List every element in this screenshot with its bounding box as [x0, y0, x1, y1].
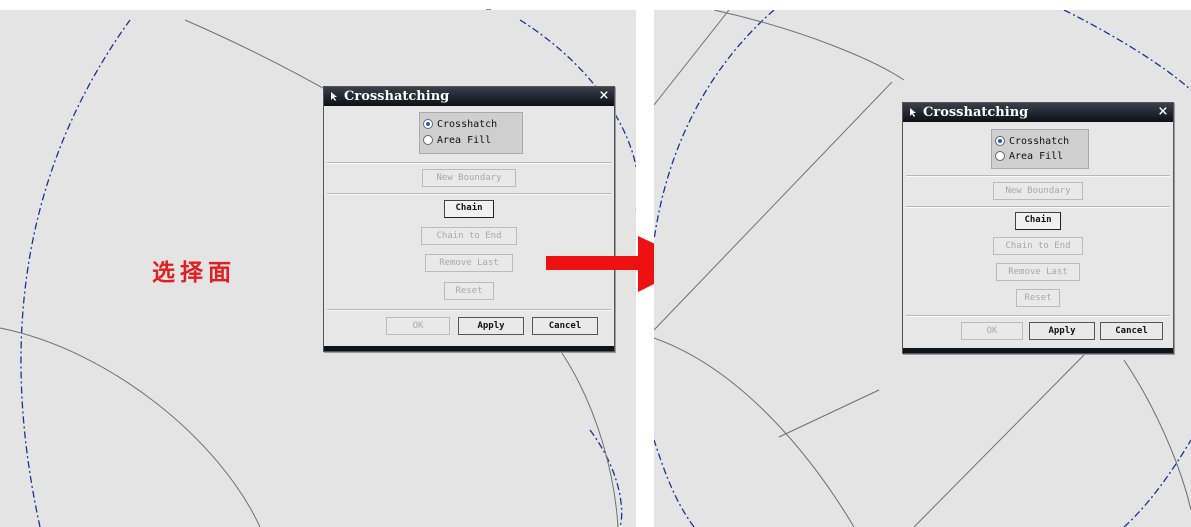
hatch-line-2 [654, 81, 893, 331]
close-icon[interactable]: × [597, 88, 611, 104]
dialog-titlebar[interactable]: Crosshatching × [903, 103, 1173, 122]
cancel-button[interactable]: Cancel [532, 317, 598, 335]
dashed-circle-arc-bottomright [1123, 439, 1191, 527]
left-viewport: 选择面 Crosshatching × Crosshatch Area Fill… [0, 10, 636, 527]
select-face-annotation: 选择面 [152, 260, 236, 286]
arc-line-bottom-left [654, 337, 855, 527]
close-icon[interactable]: × [1156, 104, 1170, 120]
fill-mode-radio-group: Crosshatch Area Fill [419, 112, 523, 154]
radio-label: Area Fill [437, 135, 492, 146]
fill-mode-radio-group: Crosshatch Area Fill [991, 129, 1089, 169]
separator [327, 309, 611, 311]
separator [327, 193, 611, 195]
chain-to-end-button[interactable]: Chain to End [993, 237, 1083, 255]
radio-button[interactable] [995, 151, 1005, 161]
radio-label: Crosshatch [1009, 136, 1070, 147]
apply-button[interactable]: Apply [458, 317, 524, 335]
arc-line-bottom-left [0, 327, 261, 527]
ok-button[interactable]: OK [386, 317, 450, 335]
cursor-arrow-icon [331, 92, 337, 101]
radio-label: Area Fill [1009, 151, 1064, 162]
dashed-circle-arc-left [654, 10, 775, 241]
chain-to-end-button[interactable]: Chain to End [421, 227, 517, 245]
dialog-bottom-bar [903, 348, 1173, 353]
arc-line-right [559, 349, 619, 527]
dashed-circle-arc-topright [1063, 10, 1191, 91]
dialog-title: Crosshatching [344, 89, 450, 104]
chain-button[interactable]: Chain [1015, 212, 1061, 230]
crosshatching-dialog: Crosshatching × Crosshatch Area Fill New… [323, 86, 615, 352]
dashed-circle-arc-bottomleft [654, 439, 695, 527]
right-viewport: Crosshatching × Crosshatch Area Fill New… [654, 10, 1191, 527]
radio-label: Crosshatch [437, 119, 498, 130]
new-boundary-button[interactable]: New Boundary [993, 182, 1083, 200]
radio-button[interactable] [995, 136, 1005, 146]
radio-button[interactable] [423, 135, 433, 145]
dashed-circle-arc-left [20, 19, 131, 527]
remove-last-button[interactable]: Remove Last [425, 254, 513, 272]
dialog-titlebar[interactable]: Crosshatching × [324, 87, 614, 106]
cursor-arrow-icon [910, 108, 916, 117]
separator [327, 162, 611, 164]
reset-button[interactable]: Reset [1016, 289, 1060, 307]
dialog-bottom-bar [324, 346, 614, 351]
separator [906, 206, 1170, 208]
reset-button[interactable]: Reset [444, 282, 494, 300]
arc-line-right [1123, 359, 1191, 511]
new-boundary-button[interactable]: New Boundary [422, 169, 516, 187]
chain-button[interactable]: Chain [444, 200, 494, 218]
remove-last-button[interactable]: Remove Last [996, 263, 1080, 281]
cancel-button[interactable]: Cancel [1100, 322, 1163, 340]
arc-line-top [713, 10, 905, 81]
hatch-line-1 [654, 10, 730, 106]
crosshatching-dialog-result: Crosshatching × Crosshatch Area Fill New… [902, 102, 1174, 354]
boundary-line [778, 389, 880, 438]
dialog-title: Crosshatching [923, 105, 1029, 120]
separator [906, 315, 1170, 317]
radio-button[interactable] [423, 119, 433, 129]
separator [906, 175, 1170, 177]
apply-button[interactable]: Apply [1029, 322, 1095, 340]
ok-button[interactable]: OK [961, 322, 1023, 340]
hatch-line-3 [913, 354, 1085, 527]
